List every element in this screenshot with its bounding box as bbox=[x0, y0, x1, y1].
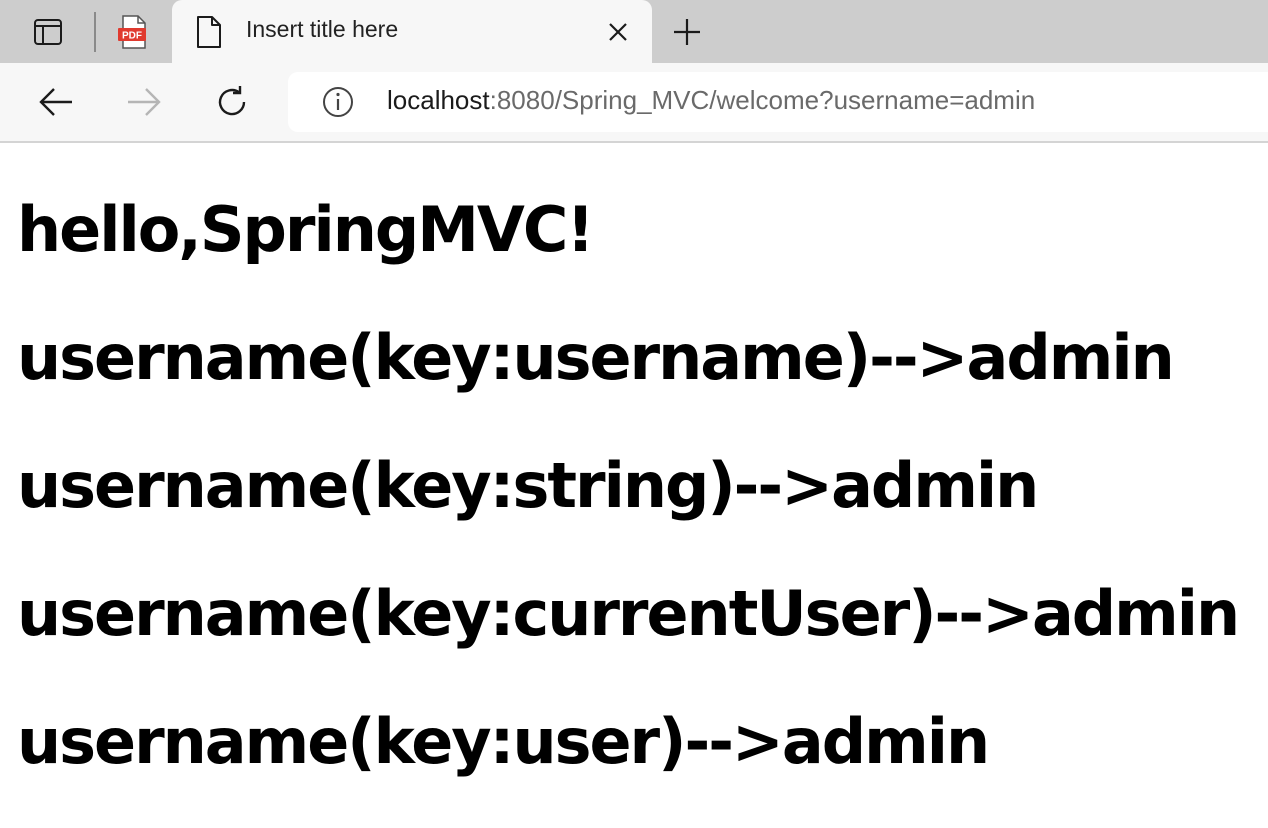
arrow-left-icon bbox=[39, 88, 72, 116]
info-icon bbox=[323, 87, 353, 117]
url-path: :8080/Spring_MVC/welcome?username=admin bbox=[489, 85, 1036, 115]
refresh-button[interactable] bbox=[209, 79, 255, 125]
pinned-pdf-tab[interactable]: PDF bbox=[111, 10, 155, 54]
username-key-username-heading: username(key:username)-->admin bbox=[17, 321, 1175, 394]
tab-close-button[interactable] bbox=[602, 16, 634, 48]
document-icon bbox=[197, 16, 221, 48]
tab-actions-icon bbox=[34, 19, 62, 45]
forward-button[interactable] bbox=[121, 79, 167, 125]
url-host: localhost bbox=[387, 85, 490, 115]
address-bar[interactable]: localhost:8080/Spring_MVC/welcome?userna… bbox=[288, 72, 1268, 132]
pdf-icon: PDF bbox=[118, 15, 146, 49]
pdf-badge-text: PDF bbox=[122, 31, 142, 42]
browser-toolbar: localhost:8080/Spring_MVC/welcome?userna… bbox=[0, 63, 1268, 143]
greeting-heading: hello,SpringMVC! bbox=[17, 193, 595, 266]
username-key-string-heading: username(key:string)-->admin bbox=[17, 449, 1039, 522]
plus-icon bbox=[674, 19, 700, 45]
tab-active[interactable]: Insert title here bbox=[172, 0, 652, 63]
refresh-icon bbox=[218, 86, 246, 116]
back-button[interactable] bbox=[33, 79, 79, 125]
username-key-currentuser-heading: username(key:currentUser)-->admin bbox=[17, 577, 1240, 650]
tab-separator bbox=[94, 12, 96, 52]
tab-strip: PDF Insert title here bbox=[0, 0, 1268, 63]
username-key-user-heading: username(key:user)-->admin bbox=[17, 705, 990, 778]
tab-actions-button[interactable] bbox=[26, 10, 70, 54]
tab-title: Insert title here bbox=[246, 16, 399, 42]
close-icon bbox=[609, 23, 627, 41]
url-text[interactable]: localhost:8080/Spring_MVC/welcome?userna… bbox=[387, 85, 1035, 116]
arrow-right-icon bbox=[128, 88, 161, 116]
new-tab-button[interactable] bbox=[664, 10, 710, 54]
